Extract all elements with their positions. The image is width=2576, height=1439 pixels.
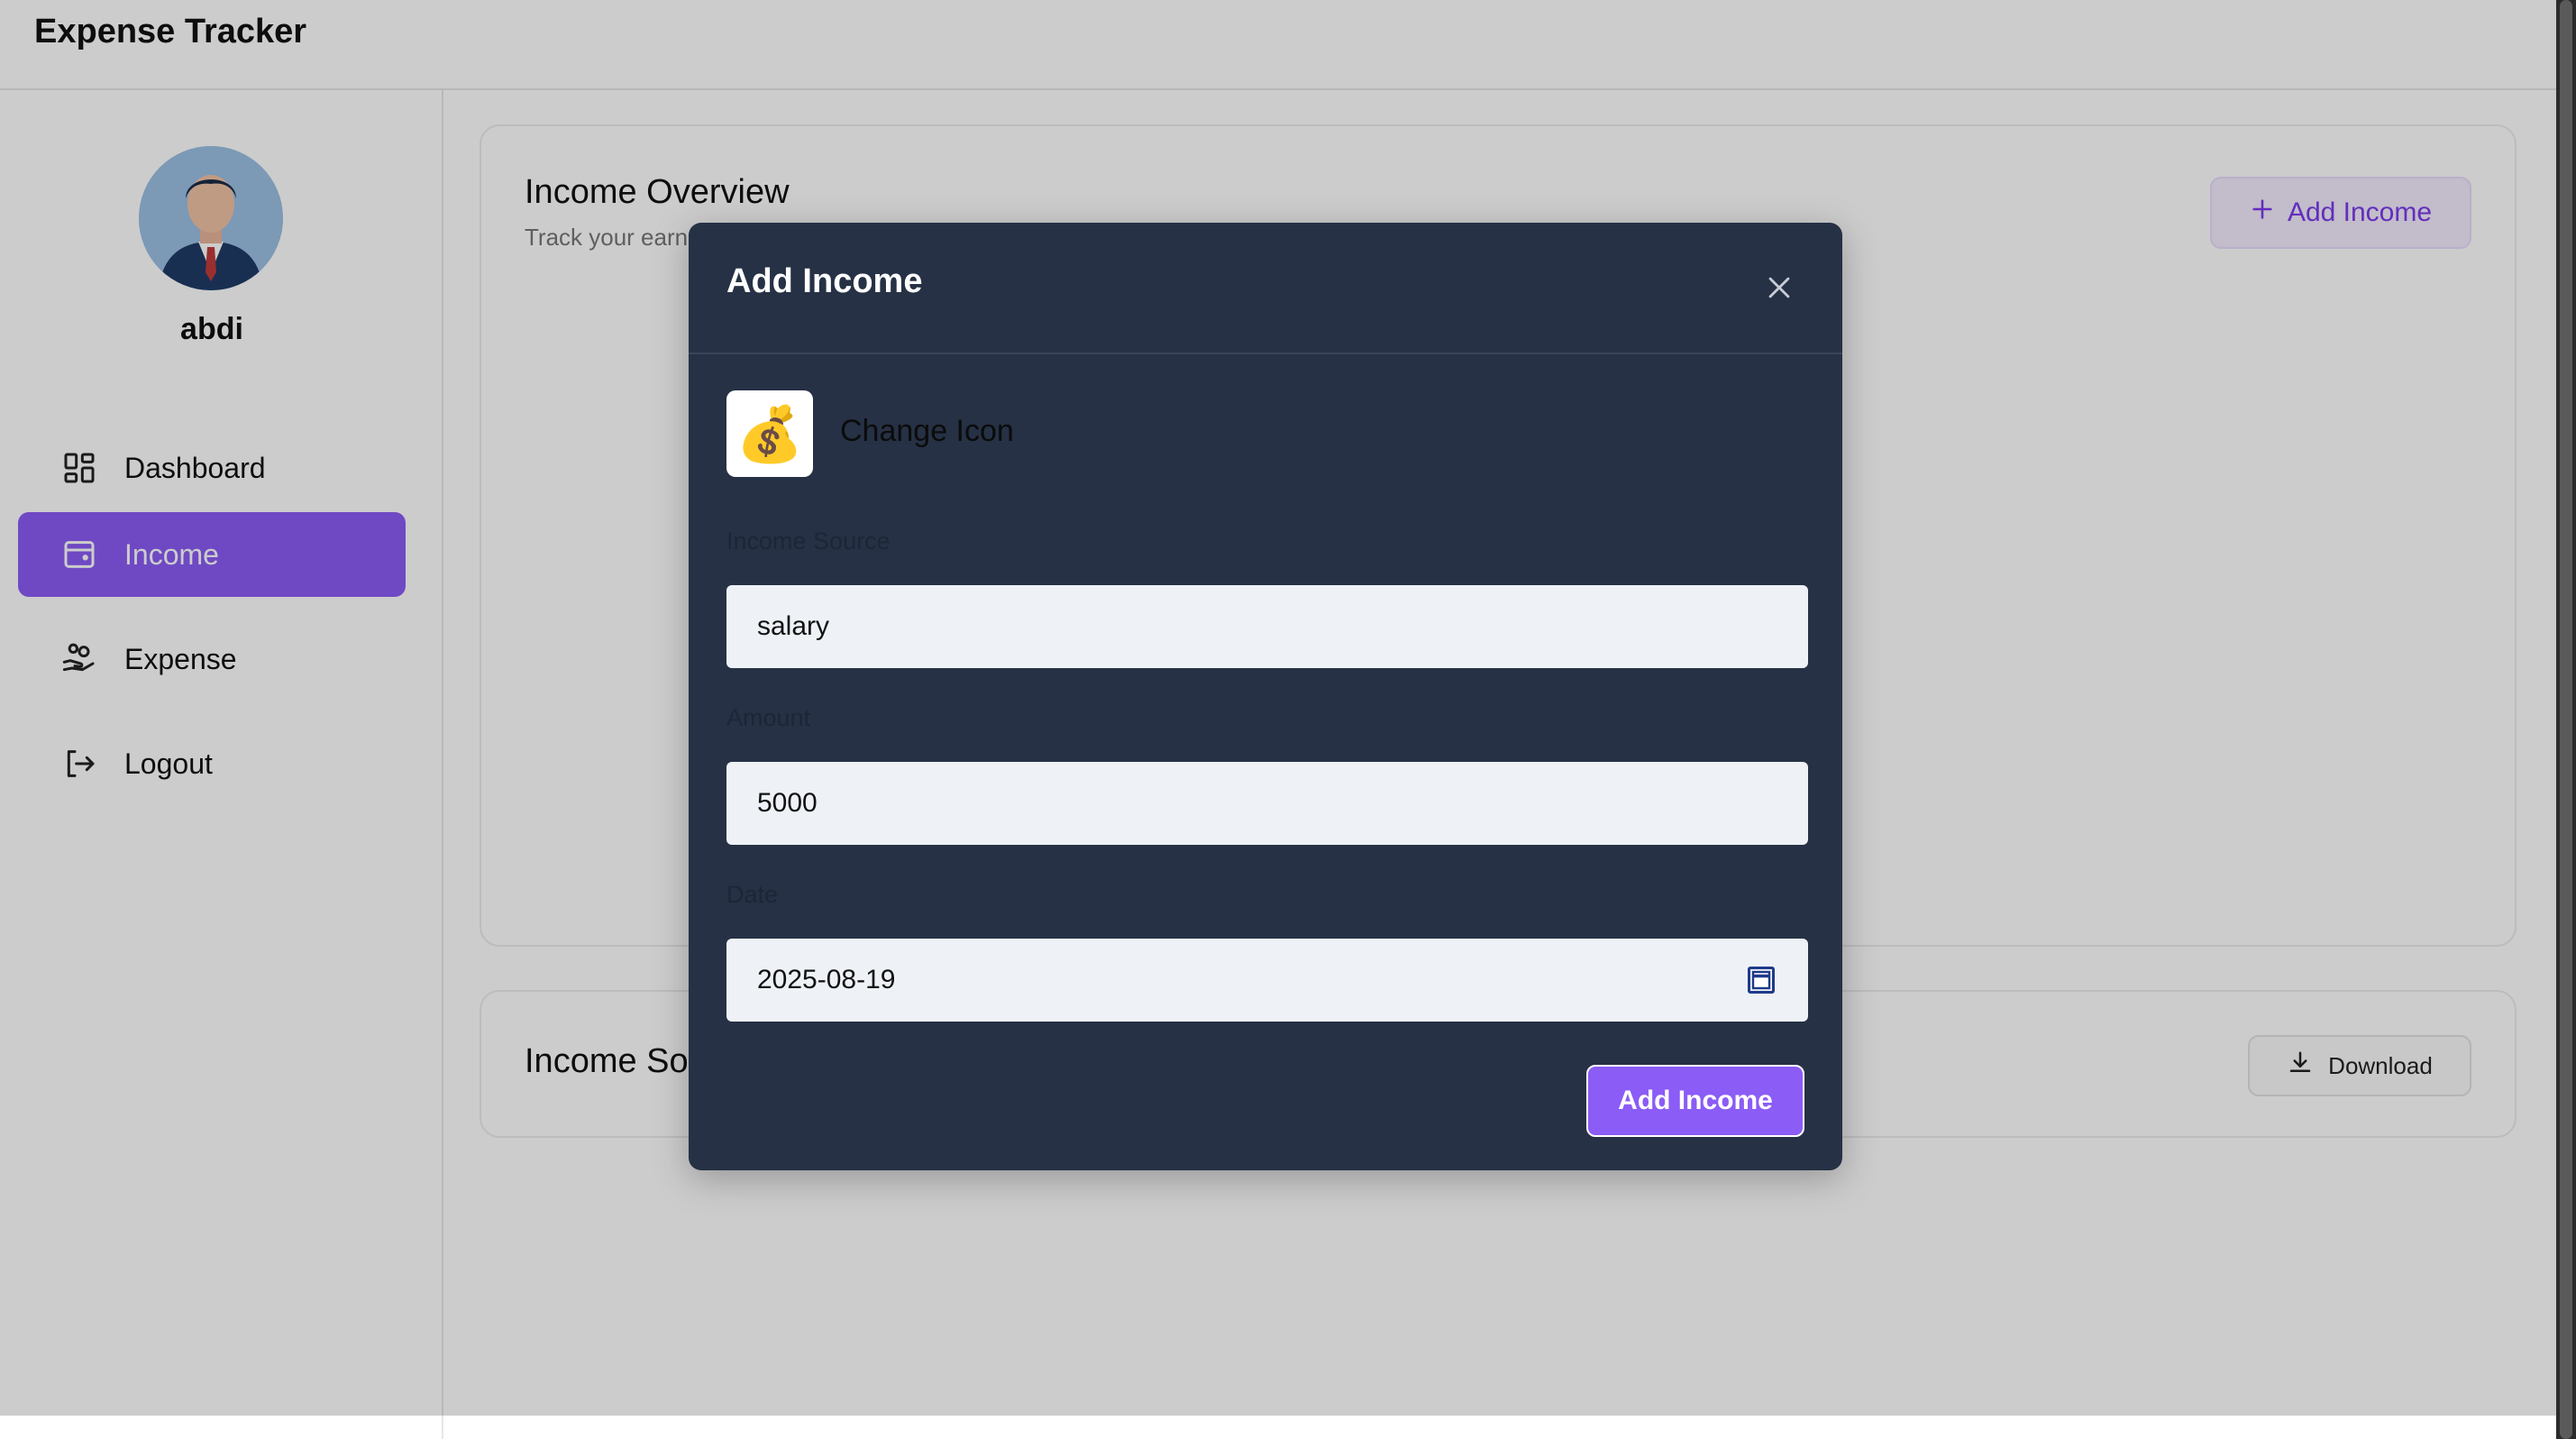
change-icon-button[interactable]: Change Icon: [840, 414, 1014, 449]
calendar-icon[interactable]: [1745, 964, 1777, 996]
income-source-input[interactable]: salary: [726, 585, 1808, 668]
income-source-label: Income Source: [726, 527, 891, 555]
date-input[interactable]: 2025-08-19: [726, 939, 1808, 1022]
date-label: Date: [726, 881, 779, 908]
close-icon[interactable]: [1761, 270, 1797, 306]
amount-label: Amount: [726, 704, 811, 731]
income-source-value: salary: [757, 611, 830, 641]
page: Expense Tracker abdi Dashboard Income Ex…: [0, 0, 2576, 1439]
modal-header: Add Income: [689, 223, 1842, 354]
amount-input[interactable]: 5000: [726, 762, 1808, 845]
money-bag-icon[interactable]: 💰: [726, 390, 813, 477]
scrollbar[interactable]: [2556, 0, 2576, 1439]
modal-title: Add Income: [726, 262, 923, 300]
date-value: 2025-08-19: [757, 965, 896, 994]
scrollbar-thumb[interactable]: [2560, 0, 2572, 1439]
amount-value: 5000: [757, 788, 818, 818]
add-income-submit-button[interactable]: Add Income: [1586, 1065, 1804, 1137]
add-income-modal: Add Income 💰 Change Icon Income Source s…: [689, 223, 1842, 1170]
